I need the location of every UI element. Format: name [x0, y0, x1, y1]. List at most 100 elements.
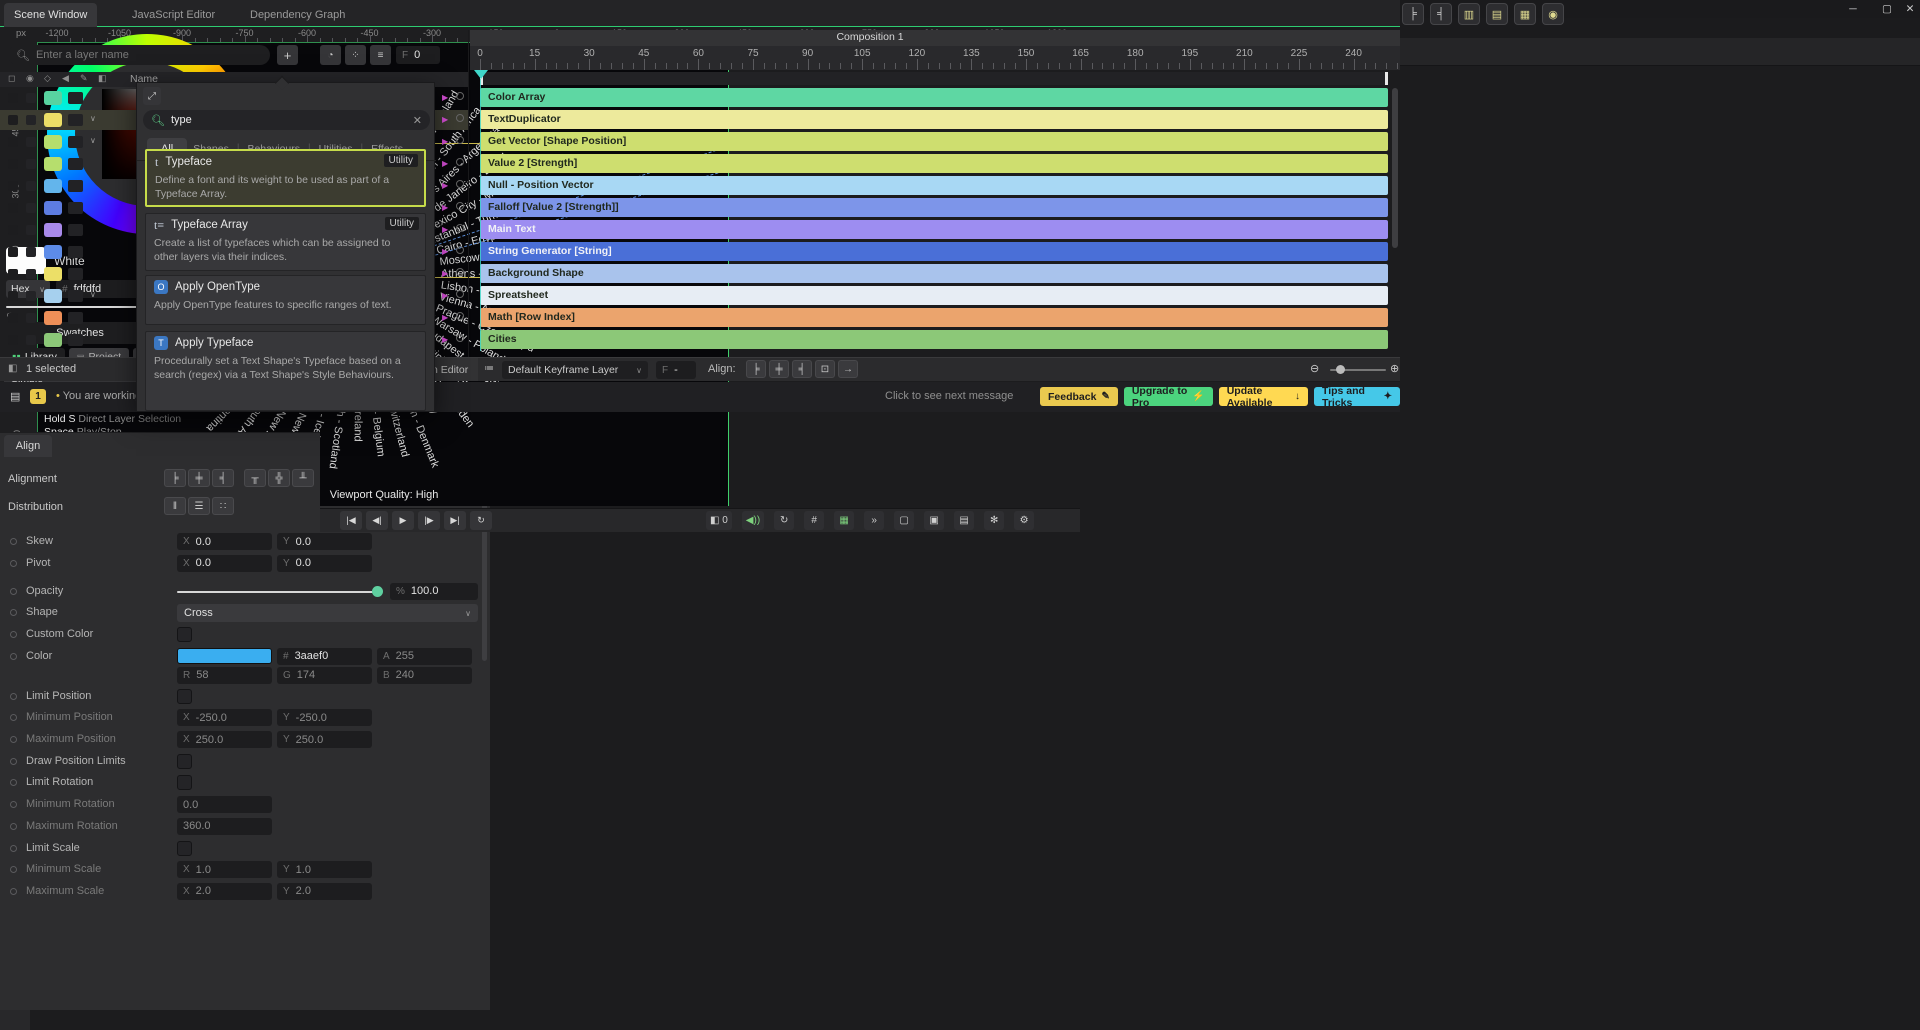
- timeline-bar[interactable]: Math [Row Index]: [480, 308, 1388, 327]
- layer-clip-icon[interactable]: [68, 180, 83, 192]
- layer-swatch[interactable]: [44, 157, 62, 171]
- layer-visibility-icon[interactable]: [26, 159, 36, 169]
- motion-path-button[interactable]: ⁘: [345, 45, 366, 65]
- attr-field[interactable]: #3aaef0: [277, 647, 372, 665]
- attr-field[interactable]: R 58: [177, 666, 272, 684]
- layer-key-dot[interactable]: [456, 224, 464, 232]
- distribute-h-icon[interactable]: ‖: [164, 497, 186, 515]
- attr-field[interactable]: X -250.0: [177, 709, 272, 727]
- color-swatch[interactable]: [177, 647, 272, 664]
- popup-expand-button[interactable]: ⤢: [143, 87, 161, 105]
- attr-checkbox[interactable]: [177, 775, 192, 791]
- attr-bullet[interactable]: [10, 538, 17, 546]
- maximize-button[interactable]: ▢: [1872, 0, 1902, 18]
- layer-key-dot[interactable]: [456, 114, 464, 122]
- rows-icon[interactable]: ▤: [1486, 3, 1508, 25]
- keyframe-layer-select[interactable]: Default Keyframe Layer ∨: [502, 361, 648, 379]
- layer-visibility-icon[interactable]: [26, 269, 36, 279]
- attr-bullet[interactable]: [10, 866, 17, 874]
- attr-bullet[interactable]: [10, 652, 17, 660]
- timeline-bar[interactable]: TextDuplicator: [480, 110, 1388, 129]
- attr-bullet[interactable]: [10, 559, 17, 567]
- tips-button[interactable]: Tips and Tricks ✦: [1313, 385, 1400, 409]
- layer-swatch[interactable]: [44, 245, 62, 259]
- attr-field[interactable]: X 0.0: [177, 554, 272, 572]
- prev-frame-button[interactable]: ◀|: [366, 511, 388, 530]
- layer-clip-icon[interactable]: [68, 136, 83, 148]
- loop-button[interactable]: ↻: [470, 511, 492, 530]
- layer-swatch[interactable]: [44, 91, 62, 105]
- refresh-icon[interactable]: ↻: [774, 511, 795, 530]
- popup-result-typeface-array[interactable]: t≡ Typeface Array Utility Create a list of …: [145, 213, 426, 271]
- timeline-bar[interactable]: Falloff [Value 2 [Strength]]: [480, 198, 1388, 217]
- align-middle-icon[interactable]: ╬: [268, 469, 290, 487]
- layer-swatch[interactable]: [44, 135, 62, 149]
- layer-key-dot[interactable]: [456, 290, 464, 298]
- next-message-link[interactable]: Click to see next message: [885, 390, 1013, 402]
- popup-result-apply-opentype[interactable]: O Apply OpenType Apply OpenType features t…: [145, 275, 426, 325]
- layer-visibility-icon[interactable]: [26, 93, 36, 103]
- attr-field[interactable]: Y 0.0: [277, 533, 372, 551]
- layer-key-dot[interactable]: [456, 268, 464, 276]
- tab-dependency-graph[interactable]: Dependency Graph: [240, 3, 355, 27]
- layer-swatch[interactable]: [44, 201, 62, 215]
- layer-key-prev-icon[interactable]: ▶: [442, 291, 448, 300]
- settings-icon[interactable]: ⚙: [1014, 511, 1035, 530]
- attr-checkbox[interactable]: [177, 688, 192, 704]
- layer-clip-icon[interactable]: [68, 92, 83, 104]
- attr-bullet[interactable]: [10, 692, 17, 700]
- layer-key-prev-icon[interactable]: ▶: [442, 93, 448, 102]
- audio-icon[interactable]: ◀)): [741, 511, 765, 530]
- attr-bullet[interactable]: [10, 779, 17, 787]
- layer-key-prev-icon[interactable]: ▶: [442, 115, 448, 124]
- attr-field[interactable]: % 100.0: [390, 582, 478, 600]
- timeline-scrollbar[interactable]: [1392, 88, 1398, 248]
- eye-icon[interactable]: ◉: [26, 73, 34, 84]
- popup-search[interactable]: 🔍︎ ✕: [143, 110, 430, 130]
- layer-clip-icon[interactable]: [68, 114, 83, 126]
- attr-field[interactable]: Y 1.0: [277, 861, 372, 879]
- lock-icon[interactable]: ◻: [8, 73, 15, 84]
- layer-visibility-icon[interactable]: [26, 203, 36, 213]
- popup-search-input[interactable]: [170, 114, 407, 126]
- distribute-v-icon[interactable]: ☰: [188, 497, 210, 515]
- zoom-out-icon[interactable]: ⊖: [1310, 362, 1319, 375]
- layer-key-prev-icon[interactable]: ▶: [442, 247, 448, 256]
- layer-visibility-icon[interactable]: [26, 225, 36, 235]
- status-frame-input[interactable]: F-: [656, 361, 696, 379]
- layer-key-prev-icon[interactable]: ▶: [442, 181, 448, 190]
- layer-swatch[interactable]: [44, 223, 62, 237]
- timeline-bar[interactable]: Cities: [480, 330, 1388, 349]
- align-right-icon[interactable]: ╡: [1430, 3, 1452, 25]
- chevron-down-icon[interactable]: ∨: [90, 290, 96, 299]
- attr-bullet[interactable]: [10, 609, 17, 617]
- dropper-icon[interactable]: ✎: [80, 73, 88, 84]
- layer-clip-icon[interactable]: [68, 290, 83, 302]
- align-center-icon[interactable]: ╪: [769, 360, 789, 378]
- layers-icon[interactable]: ▣: [924, 511, 945, 530]
- layer-swatch[interactable]: [44, 267, 62, 281]
- align-left-icon[interactable]: ╞: [746, 360, 766, 378]
- layer-swatch[interactable]: [44, 289, 62, 303]
- layer-swatch[interactable]: [44, 333, 62, 347]
- layer-key-dot[interactable]: [456, 92, 464, 100]
- filter-button[interactable]: ≡: [370, 45, 391, 65]
- layer-swatch[interactable]: [44, 311, 62, 325]
- dither-icon[interactable]: ✻: [984, 511, 1005, 530]
- chevron-down-icon[interactable]: ∨: [90, 136, 96, 145]
- stack-icon[interactable]: ▤: [954, 511, 975, 530]
- align-center-h-icon[interactable]: ╪: [188, 469, 210, 487]
- attr-bullet[interactable]: [10, 801, 17, 809]
- attr-field[interactable]: Y 2.0: [277, 882, 372, 900]
- table-grid-icon[interactable]: ▦: [1514, 3, 1536, 25]
- timeline-bar[interactable]: String Generator [String]: [480, 242, 1388, 261]
- attr-slider-handle[interactable]: [372, 585, 383, 597]
- popup-result-apply-typeface[interactable]: T Apply Typeface Procedurally set a Text S…: [145, 331, 426, 411]
- attr-field[interactable]: A 255: [377, 647, 472, 665]
- playhead[interactable]: [474, 70, 488, 79]
- attr-field[interactable]: 360.0: [177, 817, 272, 835]
- attr-field[interactable]: 0.0: [177, 796, 272, 814]
- attr-bullet[interactable]: [10, 844, 17, 852]
- clip-icon[interactable]: ◧: [98, 73, 107, 84]
- snap-icon[interactable]: ⊡: [815, 360, 835, 378]
